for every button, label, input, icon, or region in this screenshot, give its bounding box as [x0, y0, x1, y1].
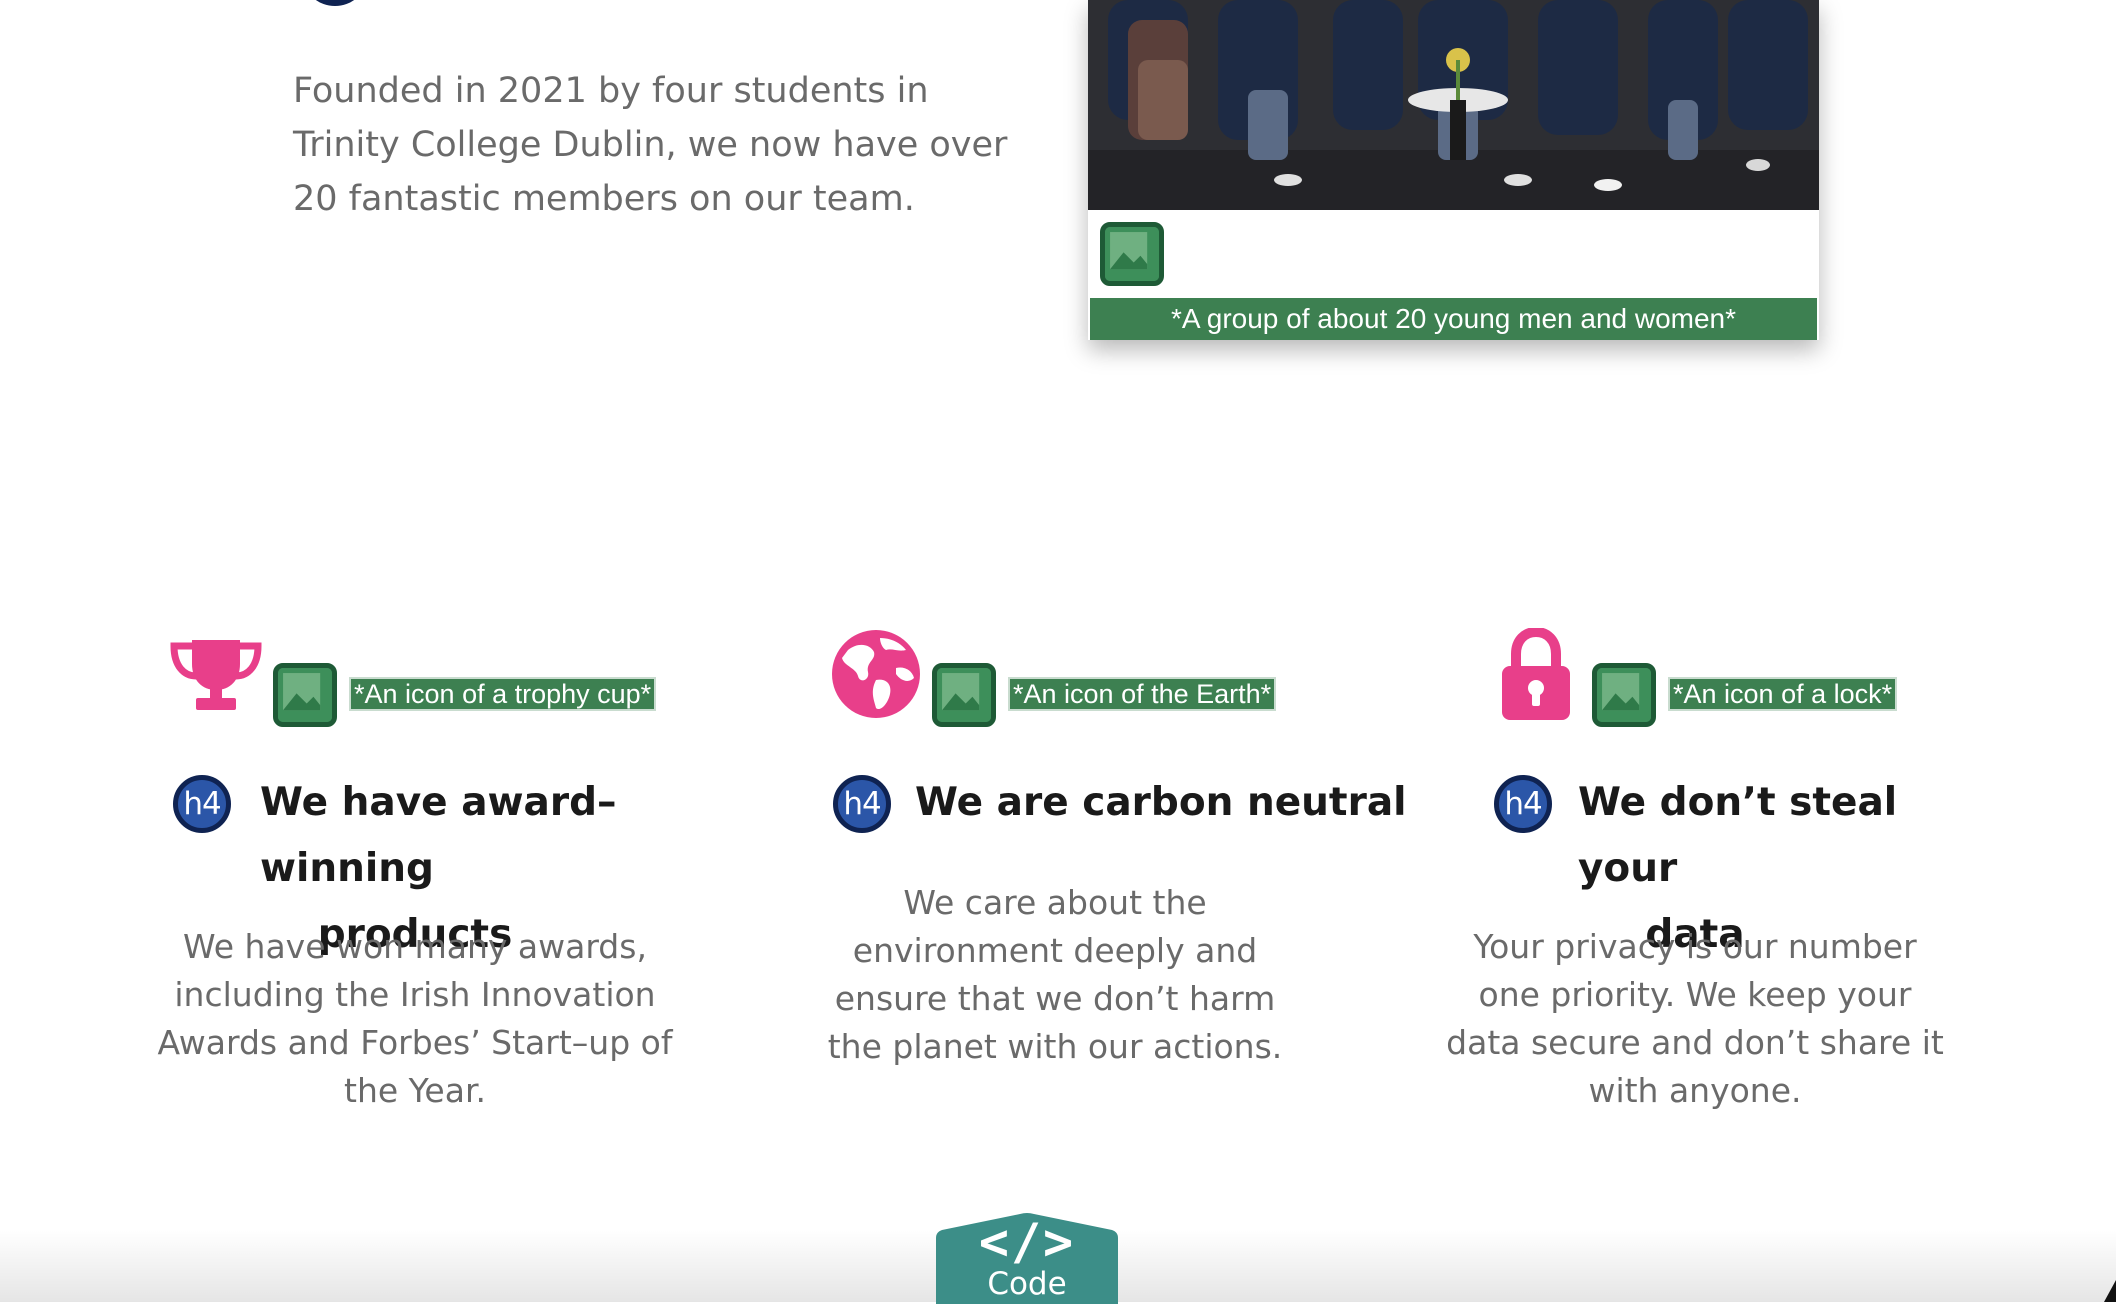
- feature-description: We care about the environment deeply and…: [827, 883, 1283, 1066]
- feature-description: Your privacy is our number one priority.…: [1446, 927, 1944, 1110]
- team-photo-card: *A group of about 20 young men and women…: [1088, 0, 1819, 340]
- code-tab-button[interactable]: </> Code: [936, 1212, 1118, 1304]
- h4-badge: h4: [833, 775, 891, 833]
- code-tab-label: Code: [987, 1266, 1067, 1302]
- code-icon: </>: [978, 1213, 1076, 1271]
- lock-placeholder-icon: [1592, 663, 1656, 727]
- lock-icon: [1500, 626, 1572, 722]
- corner-mark: [2104, 1280, 2116, 1302]
- team-photo: [1088, 0, 1819, 210]
- intro-text: Founded in 2021 by four students in Trin…: [293, 71, 1008, 219]
- lock-alt-label: *An icon of a lock*: [1668, 677, 1898, 711]
- feature-title: We are carbon neutral: [915, 770, 1415, 836]
- earth-icon: [830, 628, 922, 720]
- photo-alt-caption: *A group of about 20 young men and women…: [1090, 298, 1817, 340]
- feature-description: We have won many awards, including the I…: [157, 927, 673, 1110]
- partial-badge: [305, 0, 365, 6]
- feature-card-privacy: *An icon of a lock* h4 We don’t steal yo…: [0, 0, 1944, 1110]
- trophy-icon: [170, 636, 262, 714]
- earth-placeholder-icon: [932, 663, 996, 727]
- earth-alt-label: *An icon of the Earth*: [1008, 677, 1277, 711]
- feature-title-line1: We have award–winning: [260, 780, 617, 891]
- feature-title-line1: We don’t steal your: [1578, 780, 1898, 891]
- feature-title-line1: We are carbon neutral: [915, 780, 1407, 825]
- photo-placeholder-icon: [1100, 222, 1164, 286]
- trophy-placeholder-icon: [273, 663, 337, 727]
- trophy-alt-label: *An icon of a trophy cup*: [349, 677, 657, 711]
